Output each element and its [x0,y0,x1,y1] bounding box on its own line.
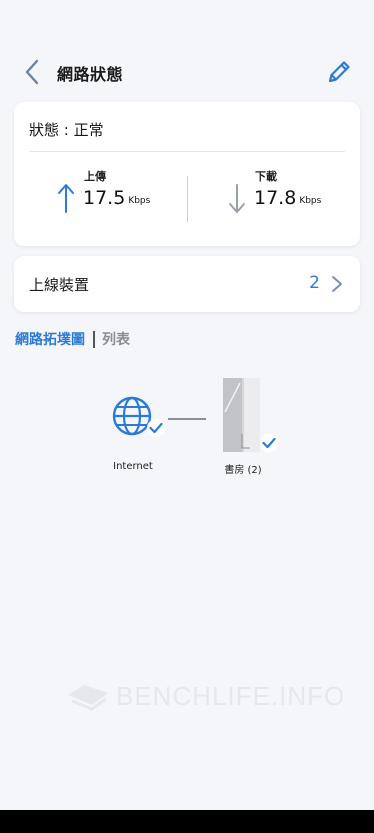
upload-value: 17.5 Kbps [83,187,150,209]
check-icon [149,422,163,434]
topology-link [168,418,206,420]
watermark-text: BENCHLIFE.INFO [116,680,346,711]
arrow-up-icon [58,184,74,213]
router-label: 書房 (2) [224,465,262,476]
pencil-icon [328,61,350,83]
status-card: 狀態 : 正常 上傳 17.5 Kbps 下載 17.8 Kbps [14,102,360,246]
tab-topology[interactable]: 網路拓墣圖 [15,329,85,349]
arrow-down-icon [229,184,245,213]
upload-unit: Kbps [128,196,151,206]
online-devices-label: 上線裝置 [29,276,90,294]
edit-button[interactable] [324,57,354,87]
header: 網路狀態 [0,50,374,94]
chevron-right-icon [332,276,342,292]
status-text: 狀態 : 正常 [29,121,104,139]
tab-list[interactable]: 列表 [102,329,130,349]
download-number: 17.8 [254,187,297,209]
download-unit: Kbps [299,196,322,206]
system-navigation-bar [0,810,374,833]
upload-label: 上傳 [84,170,106,183]
chevron-left-icon [25,59,39,85]
upload-speed: 上傳 17.5 Kbps [56,168,186,218]
check-icon [262,437,276,449]
page-title: 網路狀態 [57,65,124,84]
card-divider [29,151,345,152]
speed-divider [187,176,188,222]
internet-label: Internet [113,461,153,472]
watermark: BENCHLIFE.INFO [66,678,345,714]
download-value: 17.8 Kbps [254,187,321,209]
internet-status-check [147,419,165,437]
watermark-logo-icon [68,685,108,711]
upload-number: 17.5 [83,187,126,209]
online-devices-row[interactable]: 上線裝置 2 [14,256,360,312]
download-speed: 下載 17.8 Kbps [227,168,357,218]
tab-separator [93,330,95,348]
router-icon[interactable] [223,378,260,452]
download-label: 下載 [255,170,277,183]
network-status-screen: 網路狀態 狀態 : 正常 上傳 17.5 Kbps 下載 17.8 Kbps 上… [0,0,374,833]
view-tabs: 網路拓墣圖 列表 [15,328,130,350]
router-status-check [260,434,278,452]
online-devices-count: 2 [309,273,320,293]
back-button[interactable] [18,58,46,86]
